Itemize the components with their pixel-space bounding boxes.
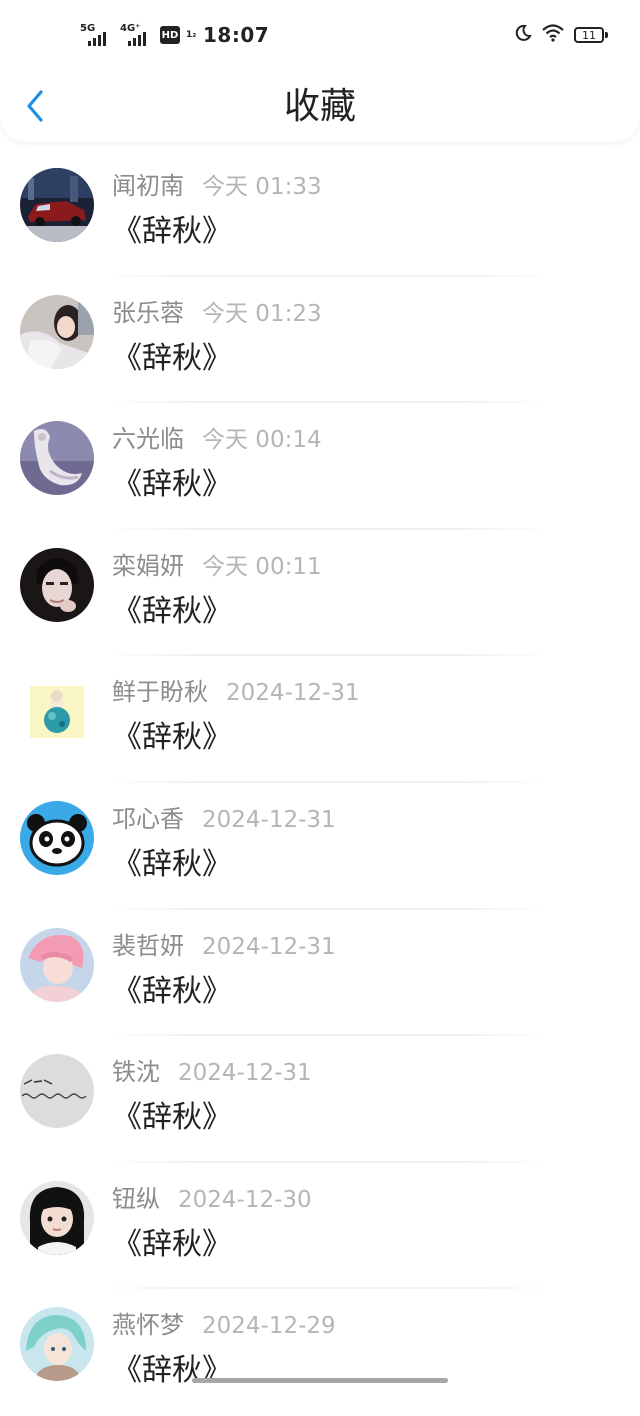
list-item[interactable]: 燕怀梦 2024-12-29 《辞秋》 — [0, 1289, 640, 1416]
item-meta: 鲜于盼秋 2024-12-31 — [112, 672, 360, 707]
item-meta: 闻初南 今天 01:33 — [112, 166, 322, 201]
item-content: 《辞秋》 — [112, 593, 232, 629]
status-bar-right: 11 — [514, 24, 608, 46]
item-content: 《辞秋》 — [112, 720, 232, 756]
user-name: 闻初南 — [112, 172, 184, 200]
hd-voice-icon: HD — [160, 26, 180, 44]
list-item[interactable]: 邛心香 2024-12-31 《辞秋》 — [0, 783, 640, 910]
timestamp: 今天 00:14 — [202, 427, 322, 454]
timestamp: 2024-12-30 — [178, 1186, 312, 1213]
avatar-pink-hair — [20, 927, 94, 1002]
home-indicator[interactable] — [192, 1378, 448, 1383]
battery-icon: 11 — [574, 27, 608, 43]
list-item[interactable]: 闻初南 今天 01:33 《辞秋》 — [0, 150, 640, 277]
avatar-illustration — [20, 674, 94, 749]
item-meta: 张乐蓉 今天 01:23 — [112, 293, 322, 328]
item-content: 《辞秋》 — [112, 214, 232, 249]
list-item[interactable]: 六光临 今天 00:14 《辞秋》 — [0, 403, 640, 530]
timestamp: 今天 01:33 — [202, 174, 322, 200]
signal-5g-icon: 5G — [80, 24, 110, 46]
avatar-boy-dark — [20, 547, 94, 622]
user-name: 六光临 — [112, 425, 184, 454]
hd-index: 1₂ — [186, 29, 197, 40]
signal-4g-icon: 4G⁺ — [120, 24, 150, 46]
item-content: 《辞秋》 — [112, 846, 232, 882]
page-title: 收藏 — [283, 86, 356, 127]
item-meta: 钮纵 2024-12-30 — [112, 1179, 312, 1214]
status-bar-left: 5G 4G⁺ HD 1₂ 18:07 — [80, 22, 269, 48]
item-content: 《辞秋》 — [112, 973, 232, 1009]
timestamp: 2024-12-31 — [178, 1060, 312, 1087]
timestamp: 2024-12-31 — [202, 933, 336, 960]
nav-bar: 收藏 — [0, 72, 640, 142]
list-item[interactable]: 鲜于盼秋 2024-12-31 《辞秋》 — [0, 656, 640, 783]
user-name: 铁沈 — [112, 1058, 160, 1087]
item-content: 《辞秋》 — [112, 340, 232, 376]
item-content: 《辞秋》 — [112, 1100, 232, 1136]
user-name: 裴哲妍 — [112, 931, 184, 960]
wifi-icon — [542, 24, 564, 46]
timestamp: 今天 01:23 — [202, 300, 322, 327]
app-header: 5G 4G⁺ HD 1₂ 18:07 11 收藏 — [0, 0, 640, 142]
list-item[interactable]: 栾娟妍 今天 00:11 《辞秋》 — [0, 530, 640, 657]
favorites-list: 闻初南 今天 01:33 《辞秋》 张乐蓉 今天 01:23 《辞秋》 六光临 … — [0, 150, 640, 1416]
user-name: 钮纵 — [112, 1184, 160, 1213]
item-meta: 燕怀梦 2024-12-29 — [112, 1305, 336, 1340]
avatar-anime — [20, 1307, 94, 1382]
item-meta: 铁沈 2024-12-31 — [112, 1052, 312, 1087]
list-item[interactable]: 裴哲妍 2024-12-31 《辞秋》 — [0, 910, 640, 1037]
list-item[interactable]: 钮纵 2024-12-30 《辞秋》 — [0, 1163, 640, 1290]
user-name: 栾娟妍 — [112, 551, 184, 580]
avatar-sculpture — [20, 421, 94, 496]
list-item[interactable]: 张乐蓉 今天 01:23 《辞秋》 — [0, 277, 640, 404]
item-meta: 栾娟妍 今天 00:11 — [112, 546, 322, 581]
avatar-panda — [20, 800, 94, 875]
list-item[interactable]: 铁沈 2024-12-31 《辞秋》 — [0, 1036, 640, 1163]
user-name: 燕怀梦 — [112, 1311, 184, 1340]
timestamp: 2024-12-29 — [202, 1313, 336, 1340]
timestamp: 2024-12-31 — [226, 680, 360, 707]
timestamp: 今天 00:11 — [202, 553, 322, 580]
status-time: 18:07 — [203, 23, 270, 47]
item-meta: 邛心香 2024-12-31 — [112, 799, 336, 834]
item-meta: 六光临 今天 00:14 — [112, 419, 322, 454]
avatar-girl-light — [20, 294, 94, 369]
user-name: 鲜于盼秋 — [112, 678, 208, 707]
avatar-child — [20, 1180, 94, 1255]
status-bar: 5G 4G⁺ HD 1₂ 18:07 11 — [0, 0, 640, 70]
avatar-car — [20, 168, 94, 242]
battery-level: 11 — [582, 28, 596, 42]
timestamp: 2024-12-31 — [202, 806, 336, 833]
item-content: 《辞秋》 — [112, 467, 232, 503]
user-name: 邛心香 — [112, 804, 184, 833]
avatar-handwriting — [20, 1054, 94, 1129]
item-content: 《辞秋》 — [112, 1226, 232, 1262]
user-name: 张乐蓉 — [112, 298, 184, 327]
moon-icon — [514, 24, 532, 46]
item-meta: 裴哲妍 2024-12-31 — [112, 926, 336, 961]
